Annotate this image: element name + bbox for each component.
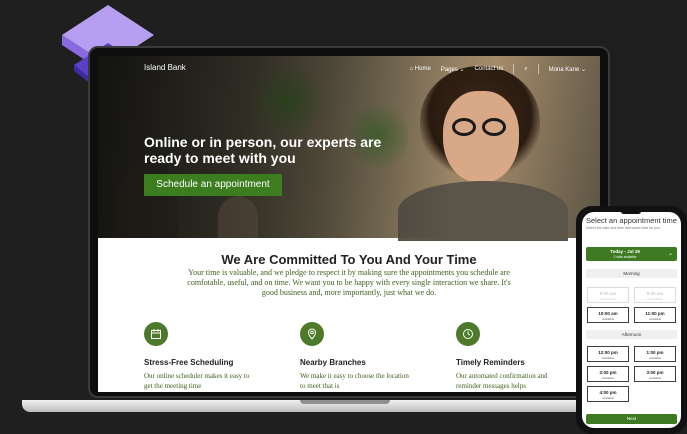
feature-reminders: Timely Reminders Our automated confirmat… — [456, 322, 566, 391]
time-slot[interactable]: 12:00 pm Available — [587, 346, 629, 362]
user-menu[interactable]: Mona Kane ⌄ — [549, 66, 586, 73]
phone-notch — [621, 209, 641, 214]
date-selector[interactable]: Today - Jul 29 2 slots available ⌄ — [586, 247, 677, 261]
time-slot[interactable]: 3:00 pm Available — [634, 366, 676, 382]
laptop-notch — [300, 400, 390, 404]
commitment-heading: We Are Committed To You And Your Time — [221, 252, 477, 267]
search-icon[interactable]: ⌕ — [524, 66, 527, 73]
appointment-subtitle: Select the date and time that works best… — [586, 226, 660, 230]
chevron-down-icon: ⌄ — [459, 66, 465, 73]
feature-description: Our online scheduler makes it easy to ge… — [144, 372, 250, 390]
brand-name[interactable]: Island Bank — [144, 63, 186, 72]
hero-banner: Island Bank ⌂ Home Pages ⌄ Contact us ⌕ … — [98, 56, 600, 241]
hero-title: Online or in person, our experts are rea… — [144, 134, 382, 166]
time-slot[interactable]: 10:00 am Available — [587, 307, 629, 323]
feature-description: Our automated confirmation and reminder … — [456, 372, 548, 390]
commitment-text: Your time is valuable, and we pledge to … — [187, 268, 511, 297]
top-nav: ⌂ Home Pages ⌄ Contact us ⌕ Mona Kane ⌄ — [410, 64, 586, 74]
nav-contact[interactable]: Contact us — [475, 66, 504, 72]
calendar-icon — [144, 322, 168, 346]
morning-label: Morning — [586, 269, 677, 278]
chevron-down-icon: ⌄ — [580, 66, 586, 73]
nav-divider — [513, 64, 515, 74]
appointment-title: Select an appointment time — [586, 216, 677, 225]
time-slot[interactable]: 2:00 pm Available — [587, 366, 629, 382]
nav-divider — [537, 64, 539, 74]
nav-pages[interactable]: Pages ⌄ — [441, 66, 465, 73]
time-slot: 9:30 am Unavailable — [634, 287, 676, 303]
feature-branches: Nearby Branches We make it easy to choos… — [300, 322, 410, 391]
feature-title: Stress-Free Scheduling — [144, 358, 234, 367]
home-icon: ⌂ — [409, 66, 414, 72]
time-slot[interactable]: 11:00 pm Available — [634, 307, 676, 323]
afternoon-label: Afternoon — [586, 330, 677, 339]
phone-screen: Select an appointment time Select the da… — [582, 212, 681, 428]
clock-icon — [456, 322, 480, 346]
feature-description: We make it easy to choose the location t… — [300, 372, 409, 390]
time-slot[interactable]: 1:00 pm Available — [634, 346, 676, 362]
website-screen: Island Bank ⌂ Home Pages ⌄ Contact us ⌕ … — [98, 56, 600, 392]
time-slot[interactable]: 4:00 pm Available — [587, 386, 629, 402]
nav-home[interactable]: ⌂ Home — [410, 66, 431, 72]
schedule-appointment-button[interactable]: Schedule an appointment — [144, 174, 282, 196]
feature-title: Nearby Branches — [300, 358, 366, 367]
feature-scheduling: Stress-Free Scheduling Our online schedu… — [144, 322, 254, 391]
location-pin-icon — [300, 322, 324, 346]
time-slot: 9:00 am Unavailable — [587, 287, 629, 303]
chevron-down-icon: ⌄ — [667, 251, 673, 257]
feature-title: Timely Reminders — [456, 358, 525, 367]
next-button[interactable]: Next — [586, 414, 677, 424]
